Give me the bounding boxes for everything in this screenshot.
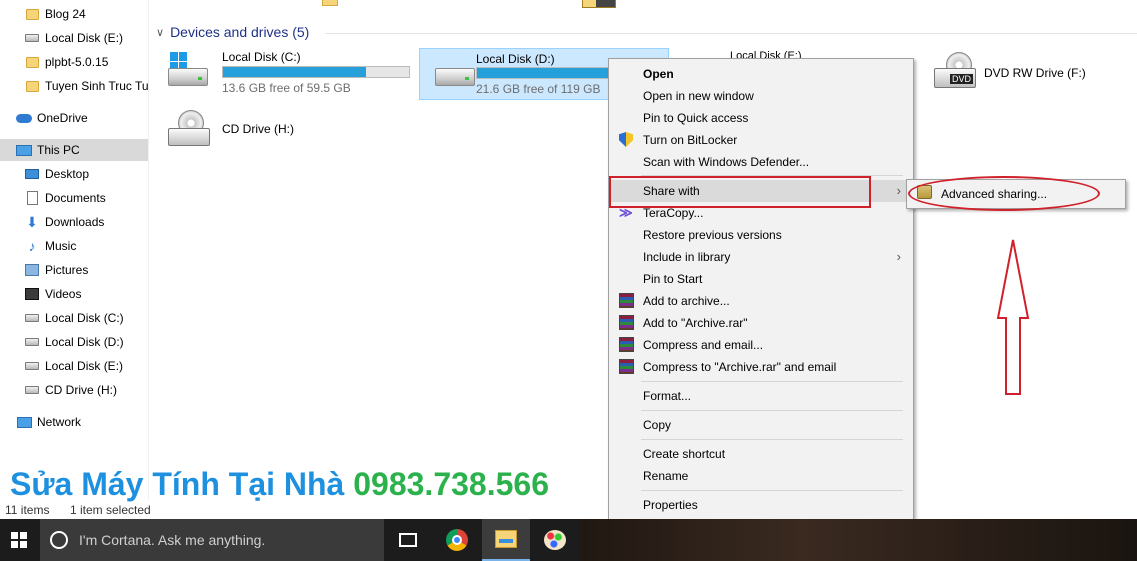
chevron-right-icon: › (896, 249, 901, 264)
cortana-icon (50, 531, 68, 549)
sidebar-item-local-disk-e-2[interactable]: Local Disk (E:) (0, 355, 148, 377)
drive-icon (24, 358, 40, 374)
winrar-icon (619, 337, 635, 353)
menu-item-pin-to-start[interactable]: Pin to Start (611, 268, 911, 290)
usage-bar-fill (477, 68, 630, 78)
sidebar-item-onedrive[interactable]: OneDrive (0, 107, 148, 129)
context-menu: Open Open in new window Pin to Quick acces… (608, 58, 914, 520)
menu-separator (641, 490, 903, 491)
folder-icon (24, 6, 40, 22)
drive-tile-h[interactable]: CD Drive (H:) (150, 104, 415, 156)
menu-item-compress-to-archive-rar-and-email[interactable]: Compress to "Archive.rar" and email (611, 356, 911, 378)
menu-item-copy[interactable]: Copy (611, 414, 911, 436)
winrar-icon (619, 359, 635, 375)
onedrive-icon (16, 110, 32, 126)
dvd-drive-icon: DVD (934, 52, 976, 92)
sidebar-item-downloads[interactable]: ⬇ Downloads (0, 211, 148, 233)
videos-folder-icon[interactable] (582, 0, 616, 8)
file-explorer-taskbar-button[interactable] (482, 519, 530, 561)
highlight-share-with (609, 176, 871, 208)
chevron-down-icon: ∨ (156, 26, 165, 39)
menu-item-add-to-archive-rar[interactable]: Add to "Archive.rar" (611, 312, 911, 334)
winrar-icon (619, 293, 635, 309)
menu-item-restore-previous-versions[interactable]: Restore previous versions (611, 224, 911, 246)
drive-icon (24, 310, 40, 326)
menu-separator (641, 410, 903, 411)
status-bar: 11 items 1 item selected (5, 503, 151, 517)
cd-drive-icon (168, 110, 210, 148)
sidebar-item-network[interactable]: Network (0, 411, 148, 433)
menu-item-turn-on-bitlocker[interactable]: Turn on BitLocker (611, 129, 911, 151)
paint-icon (544, 530, 566, 550)
paint-taskbar-button[interactable] (531, 519, 579, 561)
desktop-icon (24, 166, 40, 182)
sidebar-item-videos[interactable]: Videos (0, 283, 148, 305)
desktop-wallpaper (580, 519, 1137, 561)
menu-item-open[interactable]: Open (611, 63, 911, 85)
chevron-right-icon: › (896, 183, 901, 198)
chrome-icon (446, 529, 468, 551)
documents-icon (24, 190, 40, 206)
file-explorer-window: Blog 24 Local Disk (E:) plpbt-5.0.15 Tuy… (0, 0, 1137, 520)
sidebar-item-documents[interactable]: Documents (0, 187, 148, 209)
sidebar-item-blog-24[interactable]: Blog 24 (0, 3, 148, 25)
sidebar-item-pictures[interactable]: Pictures (0, 259, 148, 281)
menu-item-pin-to-quick-access[interactable]: Pin to Quick access (611, 107, 911, 129)
cd-drive-icon (24, 382, 40, 398)
taskbar: I'm Cortana. Ask me anything. (0, 519, 1137, 561)
folder-icon (24, 54, 40, 70)
drive-tile-c[interactable]: Local Disk (C:) 13.6 GB free of 59.5 GB (150, 48, 415, 100)
windows-logo-icon (11, 532, 27, 548)
menu-item-create-shortcut[interactable]: Create shortcut (611, 443, 911, 465)
file-explorer-icon (495, 530, 517, 548)
task-view-icon (399, 533, 417, 547)
network-icon (16, 414, 32, 430)
sidebar-item-music[interactable]: ♪ Music (0, 235, 148, 257)
folder-icon[interactable] (322, 0, 338, 6)
menu-item-open-in-new-window[interactable]: Open in new window (611, 85, 911, 107)
cortana-search-box[interactable]: I'm Cortana. Ask me anything. (40, 519, 384, 561)
devices-group-header[interactable]: ∨ Devices and drives (5) (156, 24, 309, 40)
menu-item-add-to-archive[interactable]: Add to archive... (611, 290, 911, 312)
menu-item-scan-with-windows-defender[interactable]: Scan with Windows Defender... (611, 151, 911, 173)
downloads-icon: ⬇ (26, 214, 38, 230)
winrar-icon (619, 315, 635, 331)
usage-bar-fill (223, 67, 367, 77)
chrome-taskbar-button[interactable] (433, 519, 481, 561)
sidebar-item-this-pc[interactable]: This PC (0, 139, 148, 161)
start-button[interactable] (0, 519, 38, 561)
sidebar-item-local-disk-c[interactable]: Local Disk (C:) (0, 307, 148, 329)
up-arrow-annotation (996, 239, 1030, 395)
hard-drive-icon (168, 68, 208, 86)
sidebar-item-desktop[interactable]: Desktop (0, 163, 148, 185)
menu-item-rename[interactable]: Rename (611, 465, 911, 487)
sidebar-item-local-disk-d[interactable]: Local Disk (D:) (0, 331, 148, 353)
pictures-icon (24, 262, 40, 278)
folder-icon (24, 78, 40, 94)
sidebar-item-plpbt[interactable]: plpbt-5.0.15 (0, 51, 148, 73)
menu-separator (641, 439, 903, 440)
sidebar-item-tuyen-sinh[interactable]: Tuyen Sinh Truc Tu (0, 75, 148, 97)
sidebar-item-local-disk-e[interactable]: Local Disk (E:) (0, 27, 148, 49)
shield-icon (619, 132, 635, 148)
menu-item-properties[interactable]: Properties (611, 494, 911, 516)
usage-bar (222, 66, 410, 78)
menu-item-include-in-library[interactable]: Include in library › (611, 246, 911, 268)
menu-item-compress-and-email[interactable]: Compress and email... (611, 334, 911, 356)
menu-item-format[interactable]: Format... (611, 385, 911, 407)
menu-separator (641, 381, 903, 382)
drive-icon (24, 30, 40, 46)
group-divider (325, 33, 1137, 34)
highlight-advanced-sharing (908, 176, 1100, 211)
sidebar-item-cd-drive-h[interactable]: CD Drive (H:) (0, 379, 148, 401)
music-icon: ♪ (28, 238, 36, 254)
navigation-pane: Blog 24 Local Disk (E:) plpbt-5.0.15 Tuy… (0, 0, 149, 500)
task-view-button[interactable] (384, 519, 432, 561)
videos-icon (24, 286, 40, 302)
drive-icon (24, 334, 40, 350)
this-pc-icon (16, 142, 32, 158)
drive-tile-f[interactable]: DVD DVD RW Drive (F:) (930, 48, 1130, 100)
watermark-banner: Sửa Máy Tính Tại Nhà 0983.738.566 (10, 466, 549, 502)
hard-drive-icon (435, 68, 475, 86)
